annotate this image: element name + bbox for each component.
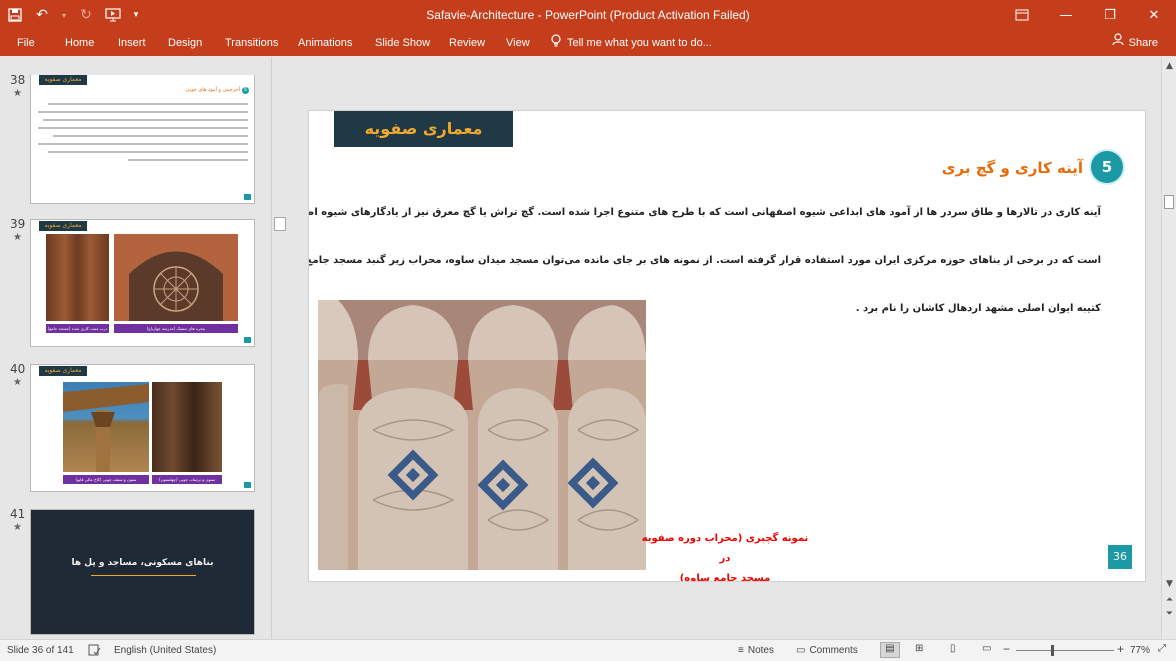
spell-check-icon[interactable]	[88, 644, 101, 659]
share-button[interactable]: Share	[1112, 32, 1158, 54]
tab-view[interactable]: View	[506, 34, 530, 52]
thumbnail-slide-39[interactable]: معماری صفویه درب منبت کاری شده (مسجد جام…	[30, 219, 255, 347]
thumbnail-scroll-thumb[interactable]	[274, 217, 286, 231]
zoom-slider-thumb[interactable]	[1051, 645, 1054, 656]
fit-to-window-icon[interactable]: ⤢	[1158, 643, 1166, 654]
paragraph-line: است که در برخی از بناهای حوزه مرکزی ایرا…	[308, 255, 1101, 266]
tab-review[interactable]: Review	[449, 34, 485, 52]
thumb-page-marker	[244, 194, 251, 200]
slide-page-number: 36	[1108, 545, 1132, 569]
tell-me-text: Tell me what you want to do...	[567, 37, 712, 49]
editor-scroll-thumb[interactable]	[1164, 195, 1174, 209]
minimize-icon[interactable]: —	[1044, 0, 1088, 30]
close-icon[interactable]: ✕	[1132, 0, 1176, 30]
thumb-title: معماری صفویه	[39, 366, 87, 376]
animation-star-icon: ★	[13, 232, 22, 243]
thumbnail-slide-41[interactable]: بناهای مسکونی، مساجد و پل ها	[30, 509, 255, 635]
powerpoint-window: ↶ ▾ ↻ ▾ Safavie-Architecture - PowerPoin…	[0, 0, 1176, 661]
stucco-mihrab-photo	[318, 300, 646, 570]
previous-slide-icon[interactable]: ⏶	[1163, 595, 1176, 605]
notes-icon: ≡	[738, 645, 744, 656]
paragraph-line: آینه کاری در تالارها و طاق سردر ها از آم…	[308, 207, 1101, 218]
caption-line: مسجد جامع ساوه)	[679, 573, 771, 582]
carved-door-image	[46, 234, 109, 321]
wooden-column-image	[63, 382, 149, 472]
thumb-title: معماری صفویه	[39, 75, 87, 85]
thumb-41-number: 41	[10, 507, 26, 521]
slide-thumbnail-pane: 38 ★ معماری صفویه آجرچینی و آمود های چوب…	[0, 57, 272, 639]
reading-view-icon[interactable]: ▯	[950, 643, 956, 654]
thumb-38-number: 38	[10, 73, 26, 87]
person-icon	[1112, 32, 1124, 54]
slide-title: معماری صفویه	[334, 111, 513, 147]
thumb-section-title: بناهای مسکونی، مساجد و پل ها	[71, 558, 214, 568]
thumb-caption: ستون و سقف چوبی (کاخ عالی قاپو)	[63, 475, 149, 484]
scroll-up-icon[interactable]: ▲	[1163, 61, 1176, 71]
thumbnail-scrollbar[interactable]	[272, 57, 289, 639]
status-bar: Slide 36 of 141 English (United States) …	[0, 639, 1176, 661]
tab-insert[interactable]: Insert	[118, 34, 146, 52]
slide-sorter-icon[interactable]: ⊞	[915, 643, 923, 654]
paragraph-line: کتیبه ایوان اصلی مشهد اردهال کاشان را نا…	[855, 303, 1101, 314]
thumb-section-badge: 5	[242, 87, 249, 94]
tell-me-box[interactable]: Tell me what you want to do...	[551, 34, 712, 52]
animation-star-icon: ★	[13, 377, 22, 388]
current-slide[interactable]: معماری صفویه آینه کاری و گچ بری 5 آینه ک…	[308, 110, 1146, 582]
thumb-section-title: آجرچینی و آمود های چوبی	[185, 87, 240, 93]
thumbnail-slide-40[interactable]: معماری صفویه ستون و سقف چوبی (کاخ عالی ق…	[30, 364, 255, 492]
notes-button[interactable]: ≡ Notes	[738, 645, 774, 656]
ribbon-tabs: File Home Insert Design Transitions Anim…	[0, 30, 1176, 56]
comments-button[interactable]: ▭ Comments	[796, 645, 858, 656]
zoom-in-icon[interactable]: +	[1117, 642, 1124, 656]
tab-slide-show[interactable]: Slide Show	[375, 34, 430, 52]
thumb-39-number: 39	[10, 217, 26, 231]
thumb-page-marker	[244, 337, 251, 343]
thumbnail-slide-38[interactable]: معماری صفویه آجرچینی و آمود های چوبی 5	[30, 75, 255, 204]
animation-star-icon: ★	[13, 88, 22, 99]
maximize-icon[interactable]: ❐	[1088, 0, 1132, 30]
tab-animations[interactable]: Animations	[298, 34, 352, 52]
title-bar: ↶ ▾ ↻ ▾ Safavie-Architecture - PowerPoin…	[0, 0, 1176, 30]
image-caption: نمونه گچبری (محراب دوره صفویه در مسجد جا…	[639, 529, 811, 582]
share-label: Share	[1128, 37, 1158, 49]
tab-design[interactable]: Design	[168, 34, 202, 52]
normal-view-icon[interactable]: ▤	[880, 642, 900, 658]
thumb-title: معماری صفویه	[39, 221, 87, 231]
zoom-out-icon[interactable]: −	[1003, 642, 1010, 656]
slide-counter: Slide 36 of 141	[7, 645, 74, 656]
wooden-ceiling-image	[152, 382, 222, 472]
tab-transitions[interactable]: Transitions	[225, 34, 278, 52]
thumb-40-number: 40	[10, 362, 26, 376]
thumb-caption: پنجره های مشبک (مدرسه چهارباغ)	[114, 324, 238, 333]
section-heading: آینه کاری و گچ بری	[941, 159, 1083, 177]
thumb-caption: درب منبت کاری شده (مسجد جامع)	[46, 324, 109, 333]
ribbon-display-icon[interactable]	[1000, 0, 1044, 30]
section-number-badge: 5	[1091, 151, 1123, 183]
animation-star-icon: ★	[13, 522, 22, 533]
editor-vertical-scrollbar[interactable]: ▲ ▼ ⏶ ⏷	[1161, 57, 1176, 639]
language-indicator[interactable]: English (United States)	[114, 645, 216, 656]
notes-label: Notes	[747, 645, 774, 656]
thumb-underline	[91, 575, 196, 576]
caption-line: نمونه گچبری (محراب دوره صفویه در	[641, 533, 809, 564]
tab-file[interactable]: File	[17, 34, 35, 52]
tab-home[interactable]: Home	[65, 34, 94, 52]
next-slide-icon[interactable]: ⏷	[1163, 609, 1176, 619]
comments-label: Comments	[809, 645, 858, 656]
lattice-window-image	[114, 234, 238, 321]
slideshow-view-icon[interactable]: ▭	[982, 643, 991, 654]
scroll-down-icon[interactable]: ▼	[1163, 579, 1176, 589]
zoom-slider[interactable]	[1016, 650, 1114, 651]
zoom-level[interactable]: 77%	[1130, 645, 1150, 656]
lightbulb-icon	[551, 34, 561, 52]
window-controls: — ❐ ✕	[1000, 0, 1176, 30]
thumb-page-marker	[244, 482, 251, 488]
thumb-caption: ستون و تزئینات چوبی (چهلستون)	[152, 475, 222, 484]
comment-icon: ▭	[796, 645, 806, 656]
